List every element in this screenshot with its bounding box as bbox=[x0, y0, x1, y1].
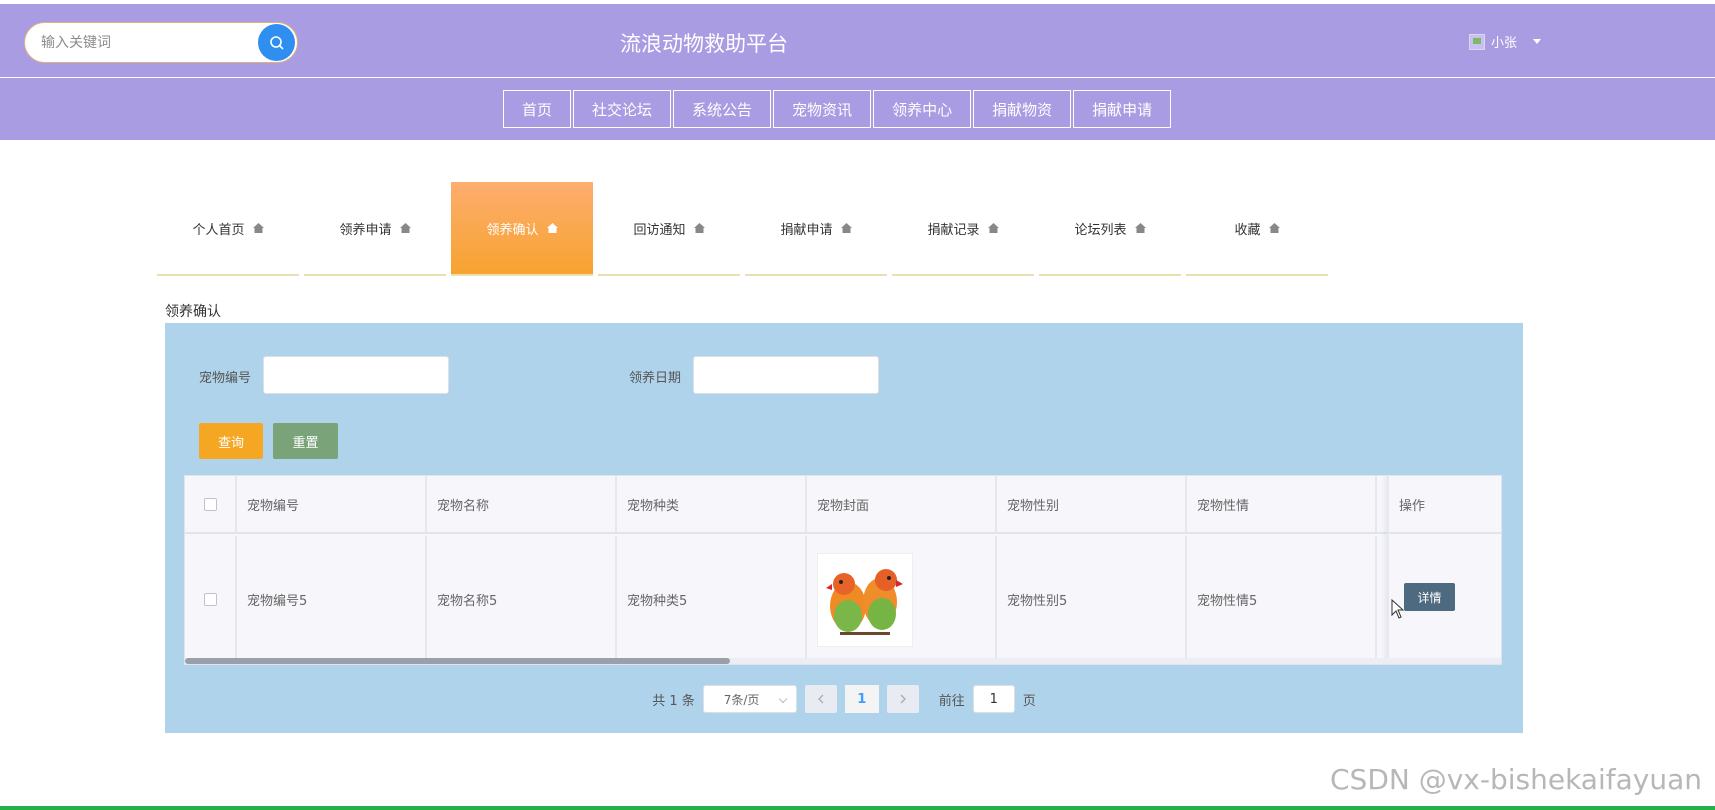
tab-label: 个人首页 bbox=[192, 222, 245, 238]
search-input[interactable] bbox=[41, 23, 261, 62]
user-name: 小张 bbox=[1491, 36, 1518, 51]
search-icon bbox=[269, 35, 284, 50]
page-number[interactable]: 1 bbox=[844, 685, 879, 713]
table-header: 宠物编号 宠物名称 宠物种类 宠物封面 宠物性别 宠物性情 领 bbox=[185, 476, 1501, 534]
detail-button[interactable]: 详情 bbox=[1404, 583, 1455, 611]
tab-donate-record[interactable]: 捐献记录 bbox=[892, 182, 1034, 276]
nav-item-forum[interactable]: 社交论坛 bbox=[573, 90, 672, 128]
home-icon bbox=[987, 223, 999, 233]
watermark: CSDN @vx-bishekaifayuan bbox=[1330, 763, 1702, 796]
home-icon bbox=[546, 223, 558, 233]
content-panel: 宠物编号 领养日期 查询 重置 宠物编号 宠物名称 宠物种类 宠物封面 宠物性别… bbox=[165, 323, 1523, 733]
main-nav: 首页 社交论坛 系统公告 宠物资讯 领养中心 捐献物资 捐献申请 bbox=[0, 78, 1715, 140]
top-header: 流浪动物救助平台 小张 bbox=[0, 4, 1715, 77]
op-header: 操作 bbox=[1389, 476, 1501, 534]
profile-tabs: 个人首页 领养申请 领养确认 回访通知 捐献申请 捐献记录 论坛列表 收藏 bbox=[157, 182, 1328, 276]
tab-label: 领养申请 bbox=[339, 222, 392, 238]
next-page-button[interactable] bbox=[886, 685, 919, 713]
adopt-date-input[interactable] bbox=[693, 356, 879, 394]
adopt-table: 宠物编号 宠物名称 宠物种类 宠物封面 宠物性别 宠物性情 领 宠物编号5 宠物… bbox=[184, 475, 1502, 665]
search-button[interactable] bbox=[258, 24, 295, 61]
prev-page-button[interactable] bbox=[804, 685, 837, 713]
tab-forum-list[interactable]: 论坛列表 bbox=[1039, 182, 1181, 276]
header-cell[interactable]: 宠物编号 bbox=[237, 476, 427, 532]
nav-item-pet-news[interactable]: 宠物资讯 bbox=[773, 90, 872, 128]
chevron-down-icon bbox=[1533, 39, 1542, 44]
total-count: 共 1 条 bbox=[652, 693, 695, 709]
avatar bbox=[1469, 33, 1485, 50]
nav-item-donate-apply[interactable]: 捐献申请 bbox=[1073, 90, 1172, 128]
pet-cover-image bbox=[817, 552, 913, 647]
tab-label: 收藏 bbox=[1234, 222, 1261, 238]
query-button[interactable]: 查询 bbox=[199, 423, 263, 459]
header-cell[interactable]: 宠物性别 bbox=[997, 476, 1187, 532]
table-row: 宠物编号5 宠物名称5 宠物种类5 宠物性别5 宠物性情5 bbox=[185, 536, 1501, 663]
goto-label: 前往 bbox=[938, 693, 965, 709]
tab-adopt-confirm[interactable]: 领养确认 bbox=[451, 182, 593, 276]
home-icon bbox=[252, 223, 264, 233]
tab-label: 捐献申请 bbox=[780, 222, 833, 238]
tab-label: 论坛列表 bbox=[1074, 222, 1127, 238]
cell-pet-no: 宠物编号5 bbox=[237, 536, 427, 663]
mouse-cursor-icon bbox=[1391, 599, 1405, 619]
pet-no-input[interactable] bbox=[263, 356, 449, 394]
cell-pet-gender: 宠物性别5 bbox=[997, 536, 1187, 663]
tab-label: 回访通知 bbox=[633, 222, 686, 238]
bottom-progress-line bbox=[0, 806, 1715, 810]
header-cell[interactable]: 宠物名称 bbox=[427, 476, 617, 532]
select-all-checkbox[interactable] bbox=[203, 497, 217, 511]
cell-pet-type: 宠物种类5 bbox=[617, 536, 807, 663]
operation-column: 操作 详情 bbox=[1387, 476, 1501, 663]
site-title: 流浪动物救助平台 bbox=[620, 32, 788, 56]
home-icon bbox=[399, 223, 411, 233]
header-cell[interactable]: 宠物性情 bbox=[1187, 476, 1377, 532]
tab-label: 领养确认 bbox=[486, 222, 539, 238]
tab-profile[interactable]: 个人首页 bbox=[157, 182, 299, 276]
cell-pet-name: 宠物名称5 bbox=[427, 536, 617, 663]
tab-favorites[interactable]: 收藏 bbox=[1186, 182, 1328, 276]
header-cell[interactable]: 宠物封面 bbox=[807, 476, 997, 532]
horizontal-scrollbar[interactable] bbox=[185, 658, 1501, 664]
home-icon bbox=[1134, 223, 1146, 233]
nav-item-notice[interactable]: 系统公告 bbox=[673, 90, 772, 128]
search-box bbox=[24, 22, 298, 63]
tab-adopt-apply[interactable]: 领养申请 bbox=[304, 182, 446, 276]
chevron-right-icon bbox=[900, 694, 906, 704]
pagination: 共 1 条 7条/页 1 前往 1 页 bbox=[165, 685, 1523, 713]
chevron-left-icon bbox=[817, 694, 824, 704]
home-icon bbox=[693, 223, 705, 233]
home-icon bbox=[840, 223, 852, 233]
nav-item-home[interactable]: 首页 bbox=[503, 90, 572, 128]
scrollbar-thumb[interactable] bbox=[185, 658, 730, 664]
tab-donate-apply[interactable]: 捐献申请 bbox=[745, 182, 887, 276]
user-menu[interactable]: 小张 bbox=[1469, 32, 1542, 51]
home-icon bbox=[1268, 223, 1280, 233]
section-title: 领养确认 bbox=[165, 304, 221, 320]
nav-item-adopt-center[interactable]: 领养中心 bbox=[873, 90, 972, 128]
tab-label: 捐献记录 bbox=[927, 222, 980, 238]
nav-item-donate-goods[interactable]: 捐献物资 bbox=[973, 90, 1072, 128]
row-checkbox[interactable] bbox=[203, 593, 217, 606]
header-cell[interactable]: 宠物种类 bbox=[617, 476, 807, 532]
goto-page-input[interactable]: 1 bbox=[972, 685, 1015, 713]
cell-pet-temper: 宠物性情5 bbox=[1187, 536, 1377, 663]
reset-button[interactable]: 重置 bbox=[273, 423, 338, 459]
adopt-date-label: 领养日期 bbox=[629, 371, 682, 386]
page-suffix: 页 bbox=[1022, 693, 1036, 709]
pet-no-label: 宠物编号 bbox=[199, 371, 252, 386]
tab-revisit[interactable]: 回访通知 bbox=[598, 182, 740, 276]
page-size-select[interactable]: 7条/页 bbox=[702, 685, 797, 713]
